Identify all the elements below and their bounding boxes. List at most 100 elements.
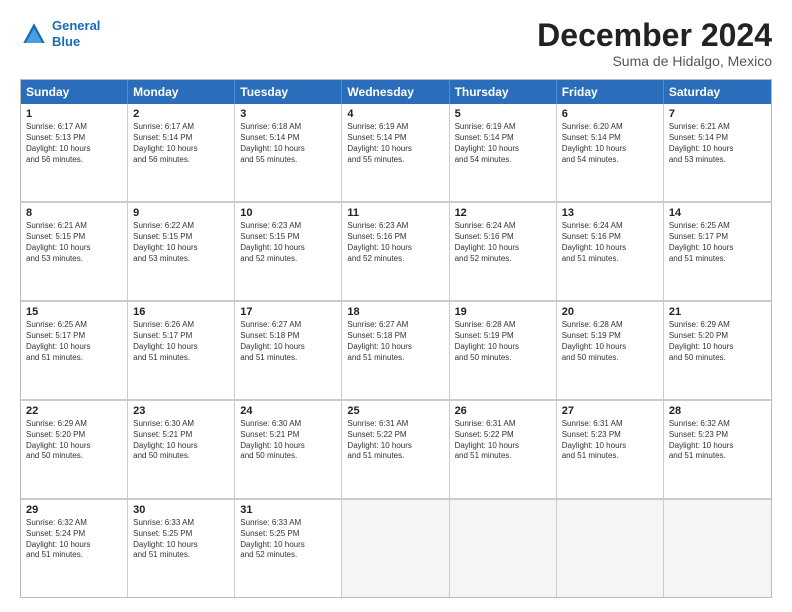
calendar-day-18: 18 Sunrise: 6:27 AM Sunset: 5:18 PM Dayli… <box>342 302 449 399</box>
calendar-day-6: 6Sunrise: 6:20 AM Sunset: 5:14 PM Daylig… <box>557 104 664 201</box>
day-number: 13 <box>562 207 658 219</box>
day-info: Sunrise: 6:24 AM Sunset: 5:16 PM Dayligh… <box>562 221 658 264</box>
calendar-day-22: 22Sunrise: 6:29 AM Sunset: 5:20 PM Dayli… <box>21 401 128 498</box>
logo-icon <box>20 20 48 48</box>
day-info: Sunrise: 6:31 AM Sunset: 5:22 PM Dayligh… <box>347 419 443 462</box>
header: General Blue December 2024 Suma de Hidal… <box>20 18 772 69</box>
day-info: Sunrise: 6:17 AM Sunset: 5:14 PM Dayligh… <box>133 122 229 165</box>
day-number: 22 <box>26 405 122 417</box>
day-info: Sunrise: 6:30 AM Sunset: 5:21 PM Dayligh… <box>240 419 336 462</box>
day-number: 20 <box>562 306 658 318</box>
day-info: Sunrise: 6:26 AM Sunset: 5:17 PM Dayligh… <box>133 320 229 363</box>
day-info: Sunrise: 6:31 AM Sunset: 5:22 PM Dayligh… <box>455 419 551 462</box>
day-info: Sunrise: 6:22 AM Sunset: 5:15 PM Dayligh… <box>133 221 229 264</box>
day-number: 10 <box>240 207 336 219</box>
header-day-sunday: Sunday <box>21 80 128 104</box>
month-title: December 2024 <box>537 18 772 53</box>
day-number: 25 <box>347 405 443 417</box>
calendar-day-empty <box>342 500 449 597</box>
day-number: 26 <box>455 405 551 417</box>
day-info: Sunrise: 6:28 AM Sunset: 5:19 PM Dayligh… <box>562 320 658 363</box>
calendar-day-5: 5Sunrise: 6:19 AM Sunset: 5:14 PM Daylig… <box>450 104 557 201</box>
calendar-day-empty <box>664 500 771 597</box>
day-number: 31 <box>240 504 336 516</box>
calendar-day-empty <box>557 500 664 597</box>
day-info: Sunrise: 6:23 AM Sunset: 5:15 PM Dayligh… <box>240 221 336 264</box>
logo-line1: General <box>52 18 100 33</box>
logo-text: General Blue <box>52 18 100 49</box>
calendar-day-11: 11Sunrise: 6:23 AM Sunset: 5:16 PM Dayli… <box>342 203 449 300</box>
header-day-friday: Friday <box>557 80 664 104</box>
page: General Blue December 2024 Suma de Hidal… <box>0 0 792 612</box>
calendar-day-26: 26 Sunrise: 6:31 AM Sunset: 5:22 PM Dayli… <box>450 401 557 498</box>
calendar-week-5: 29Sunrise: 6:32 AM Sunset: 5:24 PM Dayli… <box>21 499 771 597</box>
day-number: 19 <box>455 306 551 318</box>
day-info: Sunrise: 6:25 AM Sunset: 5:17 PM Dayligh… <box>669 221 766 264</box>
day-info: Sunrise: 6:18 AM Sunset: 5:14 PM Dayligh… <box>240 122 336 165</box>
calendar-day-20: 20 Sunrise: 6:28 AM Sunset: 5:19 PM Dayli… <box>557 302 664 399</box>
day-number: 24 <box>240 405 336 417</box>
header-day-tuesday: Tuesday <box>235 80 342 104</box>
header-day-wednesday: Wednesday <box>342 80 449 104</box>
logo-line2: Blue <box>52 34 100 50</box>
day-info: Sunrise: 6:19 AM Sunset: 5:14 PM Dayligh… <box>455 122 551 165</box>
day-info: Sunrise: 6:25 AM Sunset: 5:17 PM Dayligh… <box>26 320 122 363</box>
day-number: 14 <box>669 207 766 219</box>
day-info: Sunrise: 6:27 AM Sunset: 5:18 PM Dayligh… <box>347 320 443 363</box>
day-number: 30 <box>133 504 229 516</box>
calendar-day-19: 19 Sunrise: 6:28 AM Sunset: 5:19 PM Dayli… <box>450 302 557 399</box>
day-number: 27 <box>562 405 658 417</box>
calendar-day-14: 14 Sunrise: 6:25 AM Sunset: 5:17 PM Dayli… <box>664 203 771 300</box>
calendar-day-3: 3 Sunrise: 6:18 AM Sunset: 5:14 PM Daylig… <box>235 104 342 201</box>
day-info: Sunrise: 6:28 AM Sunset: 5:19 PM Dayligh… <box>455 320 551 363</box>
day-info: Sunrise: 6:21 AM Sunset: 5:15 PM Dayligh… <box>26 221 122 264</box>
calendar-day-30: 30 Sunrise: 6:33 AM Sunset: 5:25 PM Dayli… <box>128 500 235 597</box>
logo: General Blue <box>20 18 100 49</box>
calendar-day-28: 28 Sunrise: 6:32 AM Sunset: 5:23 PM Dayli… <box>664 401 771 498</box>
title-block: December 2024 Suma de Hidalgo, Mexico <box>537 18 772 69</box>
day-number: 28 <box>669 405 766 417</box>
calendar-day-13: 13 Sunrise: 6:24 AM Sunset: 5:16 PM Dayli… <box>557 203 664 300</box>
day-number: 1 <box>26 108 122 120</box>
calendar-week-3: 15 Sunrise: 6:25 AM Sunset: 5:17 PM Dayli… <box>21 301 771 400</box>
day-number: 18 <box>347 306 443 318</box>
day-number: 4 <box>347 108 443 120</box>
day-info: Sunrise: 6:31 AM Sunset: 5:23 PM Dayligh… <box>562 419 658 462</box>
header-day-saturday: Saturday <box>664 80 771 104</box>
location: Suma de Hidalgo, Mexico <box>537 53 772 69</box>
day-number: 3 <box>240 108 336 120</box>
day-number: 2 <box>133 108 229 120</box>
day-number: 8 <box>26 207 122 219</box>
day-info: Sunrise: 6:33 AM Sunset: 5:25 PM Dayligh… <box>133 518 229 561</box>
calendar-day-31: 31Sunrise: 6:33 AM Sunset: 5:25 PM Dayli… <box>235 500 342 597</box>
day-number: 9 <box>133 207 229 219</box>
calendar-day-12: 12Sunrise: 6:24 AM Sunset: 5:16 PM Dayli… <box>450 203 557 300</box>
day-info: Sunrise: 6:32 AM Sunset: 5:23 PM Dayligh… <box>669 419 766 462</box>
day-info: Sunrise: 6:23 AM Sunset: 5:16 PM Dayligh… <box>347 221 443 264</box>
calendar-day-17: 17Sunrise: 6:27 AM Sunset: 5:18 PM Dayli… <box>235 302 342 399</box>
day-info: Sunrise: 6:21 AM Sunset: 5:14 PM Dayligh… <box>669 122 766 165</box>
day-number: 12 <box>455 207 551 219</box>
day-info: Sunrise: 6:29 AM Sunset: 5:20 PM Dayligh… <box>669 320 766 363</box>
day-number: 6 <box>562 108 658 120</box>
day-info: Sunrise: 6:32 AM Sunset: 5:24 PM Dayligh… <box>26 518 122 561</box>
calendar-day-9: 9 Sunrise: 6:22 AM Sunset: 5:15 PM Daylig… <box>128 203 235 300</box>
calendar-header: SundayMondayTuesdayWednesdayThursdayFrid… <box>21 80 771 104</box>
calendar-day-4: 4Sunrise: 6:19 AM Sunset: 5:14 PM Daylig… <box>342 104 449 201</box>
day-number: 23 <box>133 405 229 417</box>
calendar-day-21: 21 Sunrise: 6:29 AM Sunset: 5:20 PM Dayli… <box>664 302 771 399</box>
calendar-day-7: 7 Sunrise: 6:21 AM Sunset: 5:14 PM Daylig… <box>664 104 771 201</box>
day-number: 21 <box>669 306 766 318</box>
calendar-day-25: 25 Sunrise: 6:31 AM Sunset: 5:22 PM Dayli… <box>342 401 449 498</box>
calendar-week-4: 22Sunrise: 6:29 AM Sunset: 5:20 PM Dayli… <box>21 400 771 499</box>
day-number: 7 <box>669 108 766 120</box>
calendar-day-2: 2 Sunrise: 6:17 AM Sunset: 5:14 PM Daylig… <box>128 104 235 201</box>
calendar-body: 1Sunrise: 6:17 AM Sunset: 5:13 PM Daylig… <box>21 104 771 597</box>
calendar-week-1: 1Sunrise: 6:17 AM Sunset: 5:13 PM Daylig… <box>21 104 771 202</box>
header-day-thursday: Thursday <box>450 80 557 104</box>
calendar-day-27: 27 Sunrise: 6:31 AM Sunset: 5:23 PM Dayli… <box>557 401 664 498</box>
calendar-day-24: 24 Sunrise: 6:30 AM Sunset: 5:21 PM Dayli… <box>235 401 342 498</box>
day-number: 15 <box>26 306 122 318</box>
calendar: SundayMondayTuesdayWednesdayThursdayFrid… <box>20 79 772 598</box>
calendar-day-empty <box>450 500 557 597</box>
